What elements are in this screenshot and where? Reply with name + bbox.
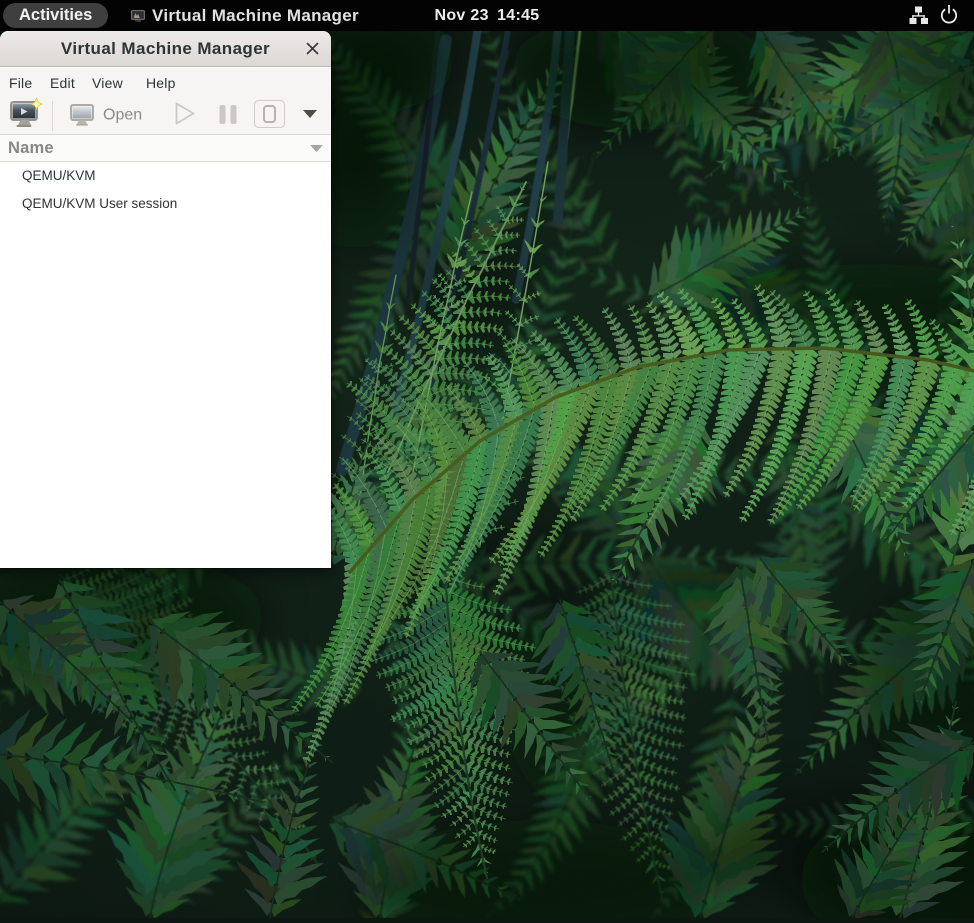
svg-text:Open: Open — [103, 107, 142, 124]
